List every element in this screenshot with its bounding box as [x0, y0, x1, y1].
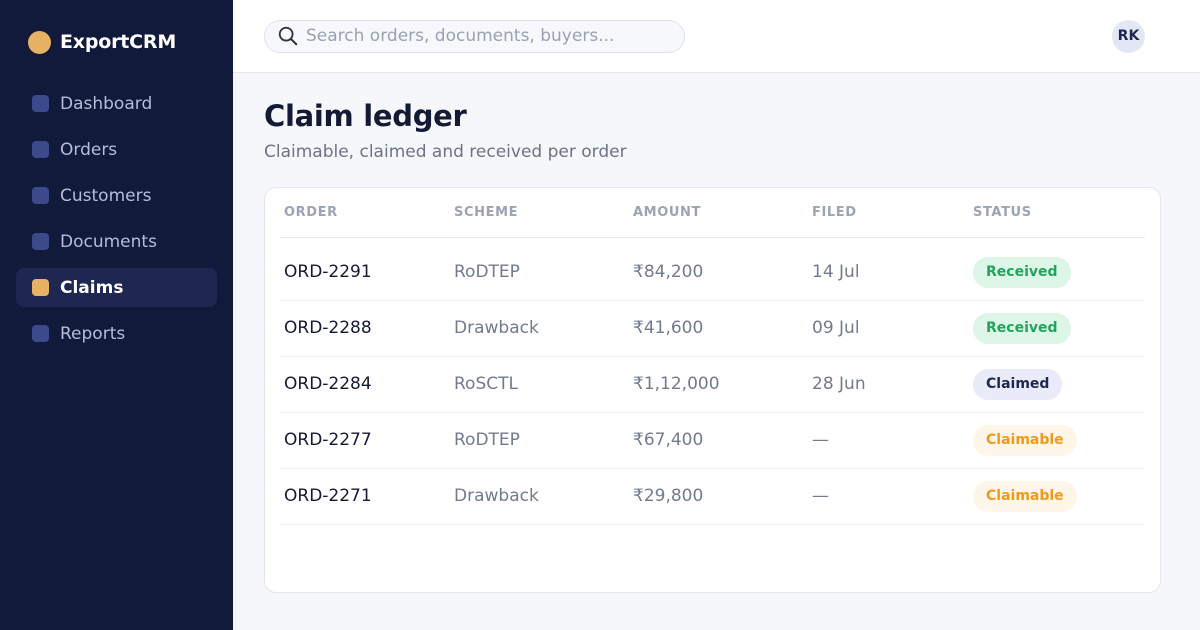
main-area: RK Claim ledger Claimable, claimed and r… [233, 0, 1200, 630]
brand[interactable]: ExportCRM [16, 28, 217, 56]
status-cell: Claimable [969, 468, 1145, 525]
dashboard-icon [32, 95, 49, 112]
sidebar-item-claims[interactable]: Claims [16, 268, 217, 307]
customers-icon [32, 187, 49, 204]
status-cell: Claimable [969, 412, 1145, 469]
search-box[interactable] [264, 19, 685, 53]
status-badge: Received [973, 256, 1071, 288]
sidebar-item-label: Orders [60, 139, 118, 160]
status-cell: Claimed [969, 356, 1145, 413]
sidebar-item-label: Reports [60, 323, 126, 344]
table-row[interactable]: ORD-2288 Drawback ₹41,600 09 Jul Receive… [280, 300, 1145, 357]
order-id[interactable]: ORD-2288 [280, 300, 450, 357]
filed-date: 09 Jul [808, 300, 969, 357]
claims-table-card: ORDER SCHEME AMOUNT FILED STATUS ORD-229… [264, 187, 1161, 593]
column-header-filed[interactable]: FILED [808, 188, 969, 238]
scheme: RoDTEP [450, 412, 629, 469]
scheme: Drawback [450, 300, 629, 357]
brand-name: ExportCRM [60, 31, 177, 53]
orders-icon [32, 141, 49, 158]
amount: ₹41,600 [629, 300, 808, 357]
column-header-amount[interactable]: AMOUNT [629, 188, 808, 238]
claims-icon [32, 279, 49, 296]
status-badge: Claimable [973, 480, 1077, 512]
brand-logo-icon [28, 30, 51, 54]
status-badge: Claimable [973, 424, 1077, 456]
content: Claim ledger Claimable, claimed and rece… [233, 73, 1200, 593]
scheme: RoSCTL [450, 356, 629, 413]
status-badge: Claimed [973, 368, 1063, 400]
search-icon [278, 26, 298, 46]
sidebar-item-customers[interactable]: Customers [16, 176, 217, 215]
page-subtitle: Claimable, claimed and received per orde… [264, 142, 627, 162]
amount: ₹1,12,000 [629, 356, 808, 413]
table-row[interactable]: ORD-2271 Drawback ₹29,800 — Claimable [280, 468, 1145, 525]
sidebar-item-label: Documents [60, 231, 157, 252]
sidebar-item-label: Claims [60, 277, 124, 298]
amount: ₹29,800 [629, 468, 808, 525]
filed-date: 14 Jul [808, 237, 969, 301]
sidebar: ExportCRM Dashboard Orders Customers Doc… [0, 0, 233, 630]
column-header-status[interactable]: STATUS [969, 188, 1145, 238]
amount: ₹84,200 [629, 237, 808, 301]
documents-icon [32, 233, 49, 250]
status-cell: Received [969, 237, 1145, 301]
page-title: Claim ledger [264, 99, 467, 133]
app-root: ExportCRM Dashboard Orders Customers Doc… [0, 0, 1200, 630]
sidebar-item-dashboard[interactable]: Dashboard [16, 84, 217, 123]
search-input[interactable] [306, 26, 666, 46]
claims-table: ORDER SCHEME AMOUNT FILED STATUS ORD-229… [280, 188, 1145, 525]
table-row[interactable]: ORD-2277 RoDTEP ₹67,400 — Claimable [280, 412, 1145, 469]
sidebar-item-documents[interactable]: Documents [16, 222, 217, 261]
sidebar-item-label: Dashboard [60, 93, 153, 114]
table-header-row: ORDER SCHEME AMOUNT FILED STATUS [280, 188, 1145, 238]
filed-date: 28 Jun [808, 356, 969, 413]
table-row[interactable]: ORD-2284 RoSCTL ₹1,12,000 28 Jun Claimed [280, 356, 1145, 413]
avatar[interactable]: RK [1112, 19, 1145, 53]
scheme: Drawback [450, 468, 629, 525]
sidebar-nav: Dashboard Orders Customers Documents Cla… [16, 84, 217, 353]
amount: ₹67,400 [629, 412, 808, 469]
table-row[interactable]: ORD-2291 RoDTEP ₹84,200 14 Jul Received [280, 237, 1145, 301]
filed-date: — [808, 412, 969, 469]
column-header-scheme[interactable]: SCHEME [450, 188, 629, 238]
status-cell: Received [969, 300, 1145, 357]
order-id[interactable]: ORD-2291 [280, 237, 450, 301]
filed-date: — [808, 468, 969, 525]
sidebar-item-reports[interactable]: Reports [16, 314, 217, 353]
column-header-order[interactable]: ORDER [280, 188, 450, 238]
order-id[interactable]: ORD-2284 [280, 356, 450, 413]
topbar: RK [233, 0, 1200, 73]
order-id[interactable]: ORD-2277 [280, 412, 450, 469]
sidebar-item-orders[interactable]: Orders [16, 130, 217, 169]
status-badge: Received [973, 312, 1071, 344]
order-id[interactable]: ORD-2271 [280, 468, 450, 525]
sidebar-item-label: Customers [60, 185, 152, 206]
scheme: RoDTEP [450, 237, 629, 301]
reports-icon [32, 325, 49, 342]
